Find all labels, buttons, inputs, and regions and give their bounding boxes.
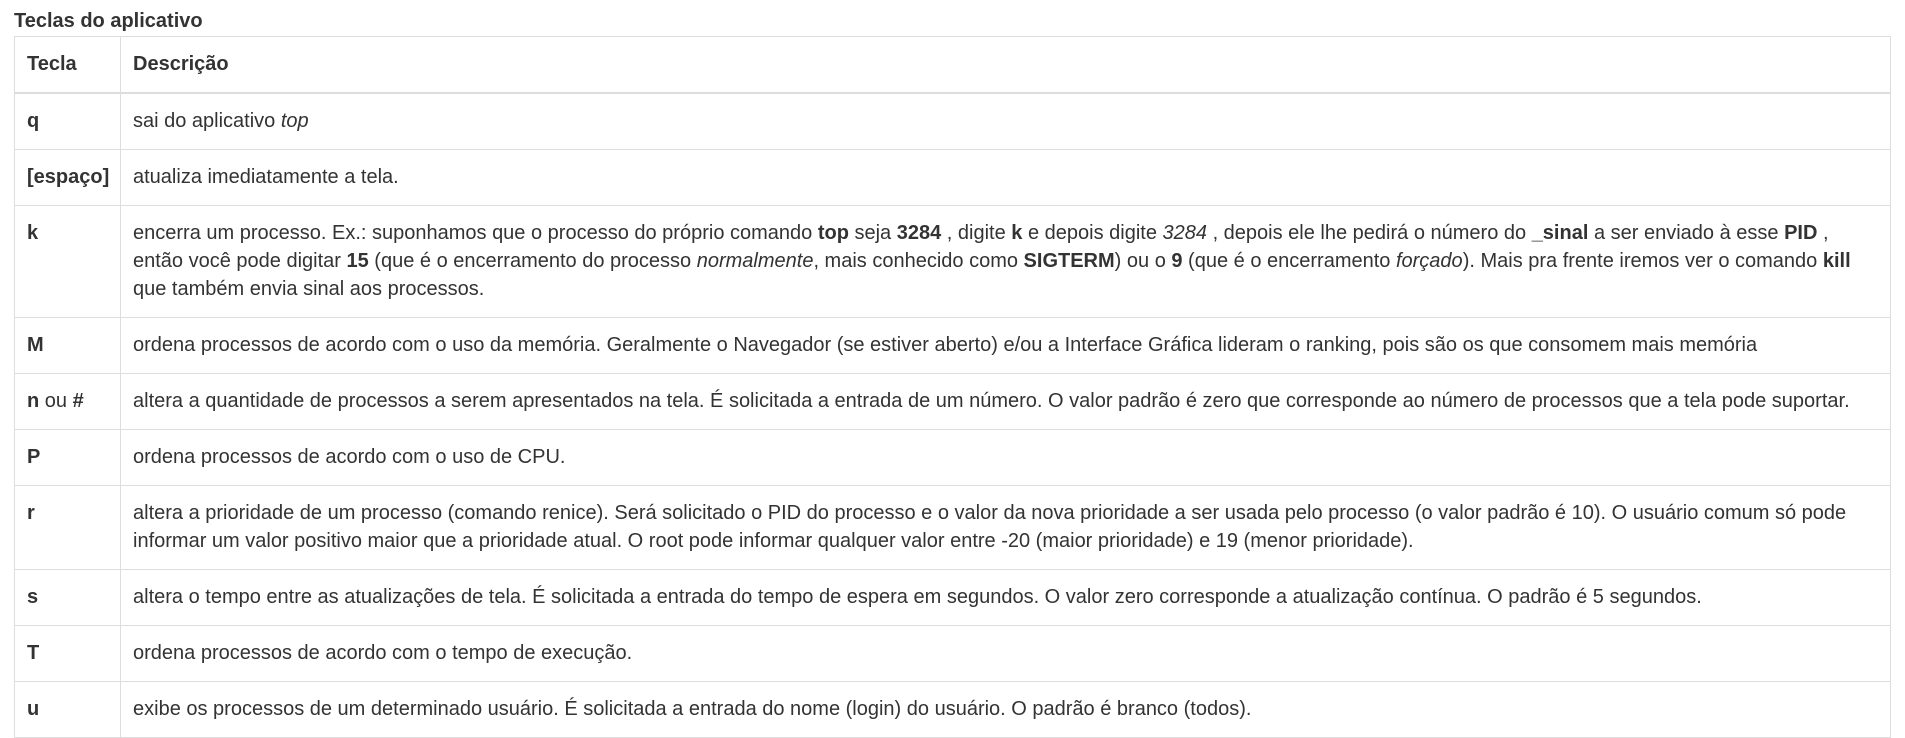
text-run: ou [39,390,73,412]
table-caption: Teclas do aplicativo [14,10,203,32]
text-run: , depois ele lhe pedirá o número do [1207,222,1532,244]
text-run: [espaço] [27,166,110,188]
description-cell: sai do aplicativo top [120,92,1891,150]
text-run: top [817,222,849,244]
text-run: altera o tempo entre as atualizações de … [133,586,1702,608]
text-run: encerra um processo. Ex.: suponhamos que… [133,222,818,244]
keys-table: Tecla Descrição q sai do aplicativo top [e… [14,36,1891,738]
text-run: T [27,642,40,664]
text-run: M [27,334,44,356]
table-header-row: Tecla Descrição [14,36,1891,94]
text-run: ordena processos de acordo com o uso da … [133,334,1758,356]
description-cell: altera o tempo entre as atualizações de … [120,569,1891,626]
text-run: PID [1784,222,1818,244]
description-cell: altera a quantidade de processos a serem… [120,373,1891,430]
table-row: n ou # altera a quantidade de processos a… [14,373,1891,430]
text-run: _sinal [1531,222,1589,244]
text-run: k [1011,222,1023,244]
text-run: altera a prioridade de um processo (coma… [133,502,1847,552]
key-cell: n ou # [14,373,121,430]
table-row: s altera o tempo entre as atualizações de… [14,569,1891,626]
text-run: P [27,446,41,468]
column-header-key: Tecla [14,36,121,94]
table-row: [espaço] atualiza imediatamente a tela. [14,149,1891,206]
description-cell: ordena processos de acordo com o tempo d… [120,625,1891,682]
table-body: q sai do aplicativo top [espaço] atualiza i… [14,92,1891,738]
text-run: # [72,390,84,412]
text-run: a ser enviado à esse [1588,222,1785,244]
table-row: u exibe os processos de um determinado us… [14,681,1891,738]
text-run: atualiza imediatamente a tela. [133,166,399,188]
text-run: s [27,586,39,608]
text-run: , mais conhecido como [813,250,1024,272]
text-run: altera a quantidade de processos a serem… [133,390,1850,412]
key-cell: [espaço] [14,149,121,206]
text-run: , digite [941,222,1012,244]
column-header-description: Descrição [120,36,1891,94]
text-run: k [27,222,39,244]
table-row: Tordena processos de acordo com o tempo … [14,625,1891,682]
text-run: 3284 [896,222,942,244]
text-run: n [27,390,40,412]
text-run: e depois digite [1022,222,1163,244]
text-run: 15 [346,250,369,272]
text-run: seja [848,222,897,244]
description-cell: atualiza imediatamente a tela. [120,149,1891,206]
text-run: que também envia sinal aos processos. [133,278,485,300]
text-run: forçado [1395,250,1463,272]
text-run: ) ou o [1114,250,1172,272]
text-run: ordena processos de acordo com o uso de … [133,446,566,468]
key-cell: k [14,205,121,318]
table-row: Mordena processos de acordo com o uso da… [14,317,1891,374]
text-run: u [27,698,40,720]
text-run: 9 [1171,250,1183,272]
text-run: top [280,110,309,132]
text-run: (que é o encerramento do processo [368,250,697,272]
description-cell: ordena processos de acordo com o uso da … [120,317,1891,374]
key-cell: M [14,317,121,374]
description-cell: exibe os processos de um determinado usu… [120,681,1891,738]
key-cell: P [14,429,121,486]
description-cell: altera a prioridade de um processo (coma… [120,485,1891,570]
text-run: r [27,502,35,524]
key-cell: s [14,569,121,626]
key-cell: q [14,92,121,150]
description-cell: encerra um processo. Ex.: suponhamos que… [120,205,1891,318]
text-run: (que é o encerramento [1182,250,1396,272]
description-cell: ordena processos de acordo com o uso de … [120,429,1891,486]
text-run: kill [1822,250,1851,272]
text-run: normalmente [696,250,814,272]
text-run: ordena processos de acordo com o tempo d… [133,642,633,664]
text-run: ). Mais pra frente iremos ver o comando [1462,250,1823,272]
table-row: r altera a prioridade de um processo (com… [14,485,1891,570]
table-row: Pordena processos de acordo com o uso de… [14,429,1891,486]
table-row: k encerra um processo. Ex.: suponhamos qu… [14,205,1891,318]
key-cell: r [14,485,121,570]
text-run: q [27,110,40,132]
text-run: sai do aplicativo [133,110,281,132]
text-run: SIGTERM [1023,250,1115,272]
key-cell: T [14,625,121,682]
table-row: q sai do aplicativo top [14,92,1891,150]
key-cell: u [14,681,121,738]
text-run: 3284 [1162,222,1208,244]
text-run: exibe os processos de um determinado usu… [133,698,1252,720]
